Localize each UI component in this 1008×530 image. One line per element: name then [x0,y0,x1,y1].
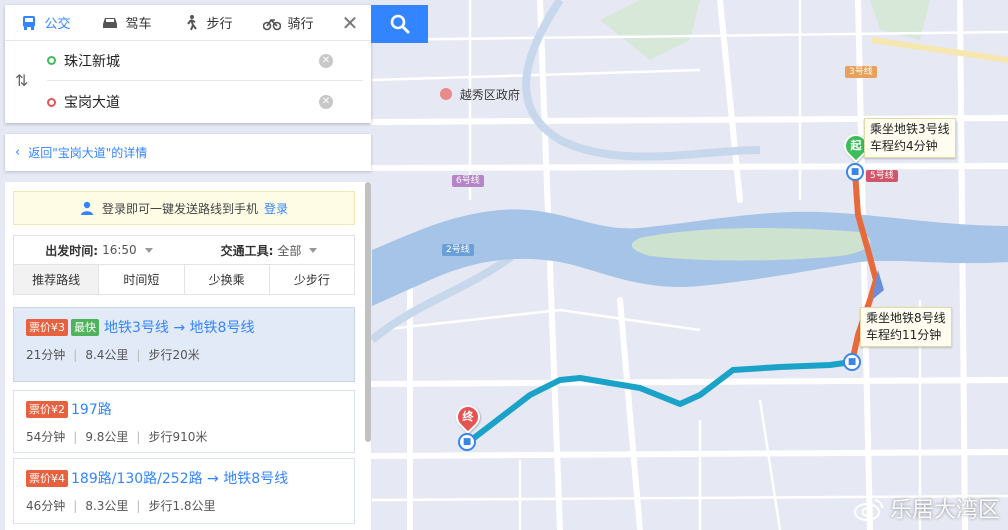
route-walk: 步行910米 [148,430,208,444]
route-walk: 步行20米 [148,348,200,362]
bus-icon [23,15,36,30]
route-plan-title: 地铁3号线 → 地铁8号线 [104,320,255,336]
line-tag-5: 5号线 [866,170,898,182]
login-tip-text: 登录即可一键发送路线到手机 [101,201,258,216]
route-plan-item[interactable]: 票价¥3 最快 地铁3号线 → 地铁8号线 21分钟 | 8.4公里 | 步行20米 [13,307,355,382]
start-point-row: 珠江新城 ✕ [47,41,363,81]
mode-tab-bike[interactable]: 骑行 [248,5,329,40]
poi-government-label: 越秀区政府 [459,88,520,102]
chevron-down-icon [144,247,153,253]
walk-icon [187,14,198,30]
depart-time-select[interactable]: 出发时间: 16:50 [14,242,184,259]
mode-tab-walk-label: 步行 [206,17,233,32]
watermark-text: 乐居大湾区 [889,498,1000,523]
end-input[interactable]: 宝岗大道 [64,92,319,112]
tab-fewer-transfers[interactable]: 少换乘 [185,265,270,294]
login-link[interactable]: 登录 [264,200,288,217]
start-dot-icon [47,56,56,65]
close-icon[interactable]: ✕ [329,5,371,40]
route-filter: 出发时间: 16:50 交通工具: 全部 推荐路线 时间短 少换乘 少步行 [13,235,355,295]
route-duration: 21分钟 [26,348,66,362]
line-tag-6: 6号线 [452,175,484,187]
tab-recommended[interactable]: 推荐路线 [14,265,100,294]
mode-tab-transit-label: 公交 [44,17,71,32]
route-duration: 46分钟 [26,499,66,513]
price-badge: 票价¥4 [26,469,68,487]
transport-tool-label: 交通工具: [220,243,274,258]
clear-start-icon[interactable]: ✕ [319,53,333,68]
chevron-down-icon [309,247,318,253]
sort-tabs: 推荐路线 时间短 少换乘 少步行 [14,265,354,294]
transport-tool-value: 全部 [277,243,302,258]
end-dot-icon [47,97,56,107]
callout-metro3-line2: 车程约4分钟 [870,139,938,153]
user-icon [80,201,93,215]
search-button[interactable] [371,5,428,43]
callout-metro8-line2: 车程约11分钟 [866,328,942,342]
route-distance: 9.8公里 [85,430,129,444]
travel-mode-tabs: 公交 驾车 步行 骑行 ✕ [5,5,371,41]
end-pin-label: 终 [462,410,474,423]
price-badge: 票价¥2 [26,400,68,418]
route-walk: 步行1.8公里 [148,499,216,513]
start-stop-icon[interactable]: ■ [846,163,864,181]
car-icon [103,17,118,28]
search-icon [390,14,409,34]
clear-end-icon[interactable]: ✕ [319,95,333,109]
results-scrollbar[interactable] [365,182,371,442]
tab-shortest-time[interactable]: 时间短 [99,265,185,294]
mode-tab-transit[interactable]: 公交 [5,5,86,40]
callout-metro8-line1: 乘坐地铁8号线 [866,311,946,325]
depart-time-label: 出发时间: [45,243,99,258]
poi-pin-icon [440,88,452,100]
line-tag-3: 3号线 [845,66,877,78]
depart-time-value: 16:50 [102,243,137,257]
route-inputs: ⇅ 珠江新城 ✕ 宝岗大道 ✕ [5,41,371,123]
route-search-panel: 公交 驾车 步行 骑行 ✕ ⇅ 珠江新城 ✕ 宝岗大道 ✕ [5,5,371,123]
transport-tool-select[interactable]: 交通工具: 全部 [184,242,354,259]
transfer-stop-icon[interactable]: ■ [843,353,861,371]
route-duration: 54分钟 [26,430,66,444]
route-distance: 8.4公里 [85,348,129,362]
results-panel: 登录即可一键发送路线到手机 登录 出发时间: 16:50 交通工具: 全部 推荐… [5,182,371,530]
end-stop-icon[interactable]: ■ [458,433,476,451]
mode-tab-walk[interactable]: 步行 [167,5,248,40]
bike-icon [263,18,282,30]
route-plan-title: 197路 [71,402,112,418]
swap-icon[interactable]: ⇅ [15,71,28,90]
poi-government[interactable]: 越秀区政府 [440,86,520,103]
route-distance: 8.3公里 [85,499,129,513]
route-plan-title: 189路/130路/252路 → 地铁8号线 [71,471,289,487]
line-tag-2: 2号线 [442,244,474,256]
start-input[interactable]: 珠江新城 [64,51,319,71]
mode-tab-drive[interactable]: 驾车 [86,5,167,40]
callout-metro3: 乘坐地铁3号线 车程约4分钟 [864,118,956,158]
price-badge: 票价¥3 [26,318,68,336]
route-plan-item[interactable]: 票价¥4 189路/130路/252路 → 地铁8号线 46分钟 | 8.3公里 |… [13,458,355,524]
watermark: 乐居大湾区 [853,492,1000,524]
route-plan-item[interactable]: 票价¥2 197路 54分钟 | 9.8公里 | 步行910米 [13,390,355,453]
tab-less-walking[interactable]: 少步行 [270,265,354,294]
callout-metro3-line1: 乘坐地铁3号线 [870,122,950,136]
mode-tab-drive-label: 驾车 [125,17,152,32]
start-pin-label: 起 [850,139,862,152]
weibo-logo-icon [853,499,883,521]
fastest-badge: 最快 [71,318,99,336]
login-tip: 登录即可一键发送路线到手机 登录 [13,191,355,225]
back-link-label: 返回"宝岗大道"的详情 [28,146,148,160]
back-link[interactable]: ‹ 返回"宝岗大道"的详情 [5,134,371,171]
mode-tab-bike-label: 骑行 [287,17,314,32]
callout-metro8: 乘坐地铁8号线 车程约11分钟 [860,307,952,347]
chevron-left-icon: ‹ [15,145,21,160]
end-point-row: 宝岗大道 ✕ [47,82,363,122]
